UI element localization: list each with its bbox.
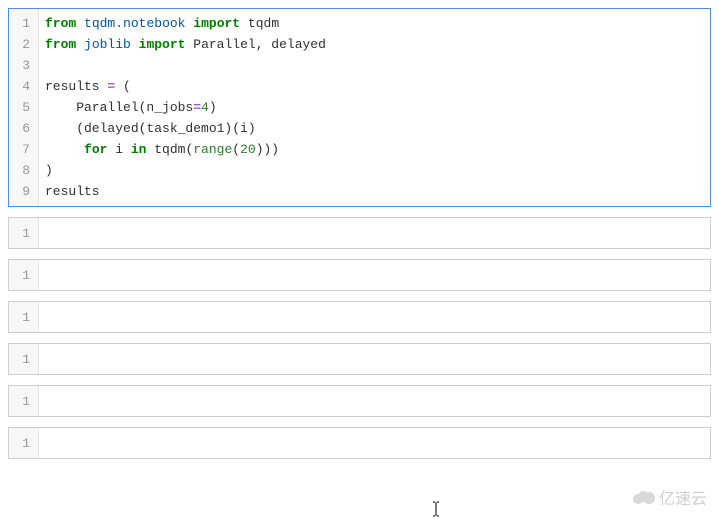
line-number-gutter: 1 (9, 218, 39, 248)
code-block: 123456789 from tqdm.notebook import tqdm… (9, 9, 710, 206)
watermark: 亿速云 (633, 485, 707, 509)
code-cell-empty[interactable]: 1 (8, 301, 711, 333)
line-number: 1 (15, 223, 30, 244)
line-number: 1 (15, 433, 30, 454)
code-line[interactable] (45, 55, 704, 76)
code-line[interactable]: from tqdm.notebook import tqdm (45, 13, 704, 34)
line-number-gutter: 1 (9, 386, 39, 416)
code-editor[interactable] (39, 260, 710, 290)
line-number: 1 (15, 13, 30, 34)
code-editor[interactable] (39, 386, 710, 416)
line-number: 2 (15, 34, 30, 55)
code-cell-empty[interactable]: 1 (8, 427, 711, 459)
code-cell-main[interactable]: 123456789 from tqdm.notebook import tqdm… (8, 8, 711, 207)
code-cell-empty[interactable]: 1 (8, 343, 711, 375)
code-editor[interactable] (39, 428, 710, 458)
watermark-text: 亿速云 (659, 485, 707, 509)
code-editor[interactable] (39, 344, 710, 374)
line-number: 1 (15, 349, 30, 370)
line-number: 6 (15, 118, 30, 139)
text-cursor-icon (431, 500, 441, 518)
line-number-gutter: 123456789 (9, 9, 39, 206)
code-cell-empty[interactable]: 1 (8, 217, 711, 249)
line-number: 1 (15, 265, 30, 286)
code-line[interactable]: ) (45, 160, 704, 181)
line-number-gutter: 1 (9, 344, 39, 374)
line-number: 9 (15, 181, 30, 202)
code-editor[interactable]: from tqdm.notebook import tqdmfrom jobli… (39, 9, 710, 206)
code-line[interactable]: results (45, 181, 704, 202)
code-cell-empty[interactable]: 1 (8, 385, 711, 417)
code-cell-empty[interactable]: 1 (8, 259, 711, 291)
cloud-icon (633, 490, 655, 504)
code-line[interactable]: from joblib import Parallel, delayed (45, 34, 704, 55)
line-number: 1 (15, 391, 30, 412)
line-number-gutter: 1 (9, 428, 39, 458)
code-line[interactable]: (delayed(task_demo1)(i) (45, 118, 704, 139)
code-line[interactable]: results = ( (45, 76, 704, 97)
line-number-gutter: 1 (9, 260, 39, 290)
line-number-gutter: 1 (9, 302, 39, 332)
line-number: 4 (15, 76, 30, 97)
line-number: 7 (15, 139, 30, 160)
code-editor[interactable] (39, 218, 710, 248)
code-line[interactable]: Parallel(n_jobs=4) (45, 97, 704, 118)
code-line[interactable]: for i in tqdm(range(20))) (45, 139, 704, 160)
line-number: 8 (15, 160, 30, 181)
line-number: 1 (15, 307, 30, 328)
line-number: 3 (15, 55, 30, 76)
code-editor[interactable] (39, 302, 710, 332)
line-number: 5 (15, 97, 30, 118)
